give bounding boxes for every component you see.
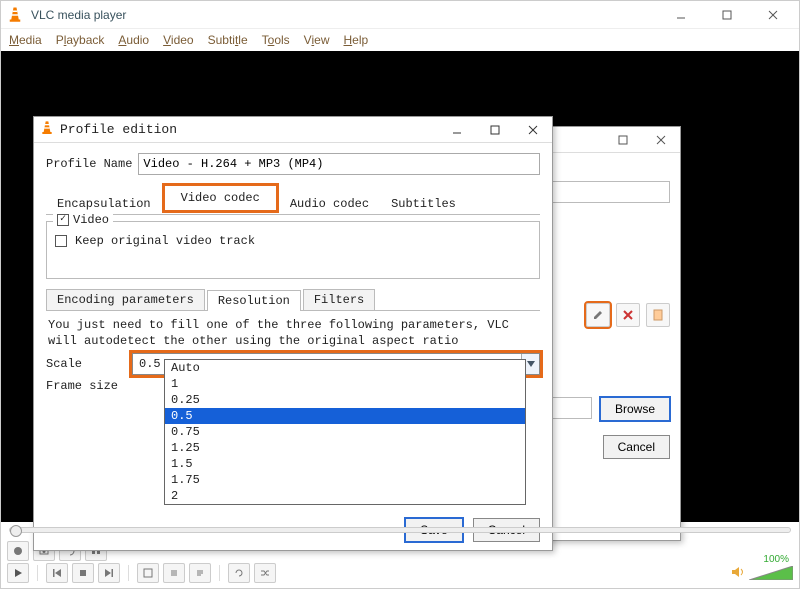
minimize-button[interactable] <box>667 5 695 25</box>
main-window-controls <box>667 5 787 25</box>
profile-minimize-button[interactable] <box>444 121 470 139</box>
scale-option[interactable]: 0.5 <box>165 408 525 424</box>
maximize-button[interactable] <box>713 5 741 25</box>
tab-subtitles[interactable]: Subtitles <box>380 192 467 215</box>
separator <box>128 565 129 581</box>
scale-dropdown[interactable]: Auto 1 0.25 0.5 0.75 1.25 1.5 1.75 2 <box>164 359 526 505</box>
browse-button[interactable]: Browse <box>600 397 670 421</box>
menu-audio[interactable]: Audio <box>118 33 149 47</box>
stop-button[interactable] <box>72 563 94 583</box>
edit-profile-button[interactable] <box>586 303 610 327</box>
scale-option[interactable]: 1.25 <box>165 440 525 456</box>
scale-option[interactable]: 0.25 <box>165 392 525 408</box>
profile-close-button[interactable] <box>520 121 546 139</box>
profile-body: Profile Name Encapsulation Video codec A… <box>34 143 552 407</box>
scale-option[interactable]: 0.75 <box>165 424 525 440</box>
menu-video[interactable]: Video <box>163 33 193 47</box>
menu-media[interactable]: Media <box>9 33 42 47</box>
profile-name-row: Profile Name <box>46 153 540 175</box>
new-profile-button[interactable] <box>646 303 670 327</box>
scale-option[interactable]: Auto <box>165 360 525 376</box>
codec-tabrow: Encapsulation Video codec Audio codec Su… <box>46 185 540 215</box>
ext-settings-button[interactable] <box>163 563 185 583</box>
profile-name-label: Profile Name <box>46 157 132 171</box>
speaker-icon[interactable] <box>731 566 745 581</box>
volume-percent: 100% <box>763 554 789 565</box>
menu-playback[interactable]: Playback <box>56 33 105 47</box>
delete-profile-button[interactable] <box>616 303 640 327</box>
menubar: Media Playback Audio Video Subtitle Tool… <box>1 29 799 51</box>
convert-close-button[interactable] <box>648 131 674 149</box>
video-group-legend: ✓ Video <box>53 213 113 227</box>
play-button[interactable] <box>7 563 29 583</box>
app-title: VLC media player <box>31 8 667 22</box>
video-checkbox[interactable]: ✓ <box>57 214 69 226</box>
loop-button[interactable] <box>228 563 250 583</box>
convert-maximize-button[interactable] <box>610 131 636 149</box>
seek-track[interactable] <box>9 527 791 533</box>
profile-dialog-title: Profile edition <box>60 122 444 137</box>
scale-option[interactable]: 1 <box>165 376 525 392</box>
menu-help[interactable]: Help <box>343 33 368 47</box>
volume-control[interactable]: 100% <box>731 566 793 581</box>
vlc-cone-icon <box>7 6 25 24</box>
separator <box>37 565 38 581</box>
keep-original-label: Keep original video track <box>75 234 255 248</box>
inner-tab-encoding[interactable]: Encoding parameters <box>46 289 205 310</box>
convert-window-controls <box>610 131 674 149</box>
scale-option[interactable]: 1.5 <box>165 456 525 472</box>
menu-view[interactable]: View <box>304 33 330 47</box>
record-button[interactable] <box>7 541 29 561</box>
seek-knob[interactable] <box>10 525 22 537</box>
volume-slider[interactable]: 100% <box>749 566 793 580</box>
convert-cancel-button[interactable]: Cancel <box>603 435 670 459</box>
profile-edition-dialog: Profile edition Profile Name Encapsulati… <box>33 116 553 551</box>
prev-button[interactable] <box>46 563 68 583</box>
inner-tabrow: Encoding parameters Resolution Filters <box>46 289 540 311</box>
video-group-label: Video <box>73 213 109 227</box>
profile-maximize-button[interactable] <box>482 121 508 139</box>
tab-video-codec[interactable]: Video codec <box>162 183 279 213</box>
playlist-button[interactable] <box>189 563 211 583</box>
fullscreen-button[interactable] <box>137 563 159 583</box>
frame-size-label: Frame size <box>46 379 124 393</box>
menu-subtitle[interactable]: Subtitle <box>208 33 248 47</box>
scale-label: Scale <box>46 357 124 371</box>
main-window: VLC media player Media Playback Audio Vi… <box>0 0 800 589</box>
scale-option[interactable]: 2 <box>165 488 525 504</box>
profile-name-input[interactable] <box>138 153 540 175</box>
keep-original-checkbox[interactable] <box>55 235 67 247</box>
main-titlebar: VLC media player <box>1 1 799 29</box>
video-group: ✓ Video Keep original video track <box>46 221 540 279</box>
vlc-cone-icon <box>40 120 54 140</box>
menu-tools[interactable]: Tools <box>262 33 290 47</box>
shuffle-button[interactable] <box>254 563 276 583</box>
resolution-hint: You just need to fill one of the three f… <box>48 317 538 349</box>
profile-titlebar: Profile edition <box>34 117 552 143</box>
close-button[interactable] <box>759 5 787 25</box>
tab-audio-codec[interactable]: Audio codec <box>279 192 380 215</box>
scale-option[interactable]: 1.75 <box>165 472 525 488</box>
profile-window-controls <box>444 121 546 139</box>
separator <box>219 565 220 581</box>
video-stage: Browse Cancel Profile edition <box>1 51 799 522</box>
tab-encapsulation[interactable]: Encapsulation <box>46 192 162 215</box>
next-button[interactable] <box>98 563 120 583</box>
inner-tab-resolution[interactable]: Resolution <box>207 290 301 311</box>
inner-tab-filters[interactable]: Filters <box>303 289 375 310</box>
